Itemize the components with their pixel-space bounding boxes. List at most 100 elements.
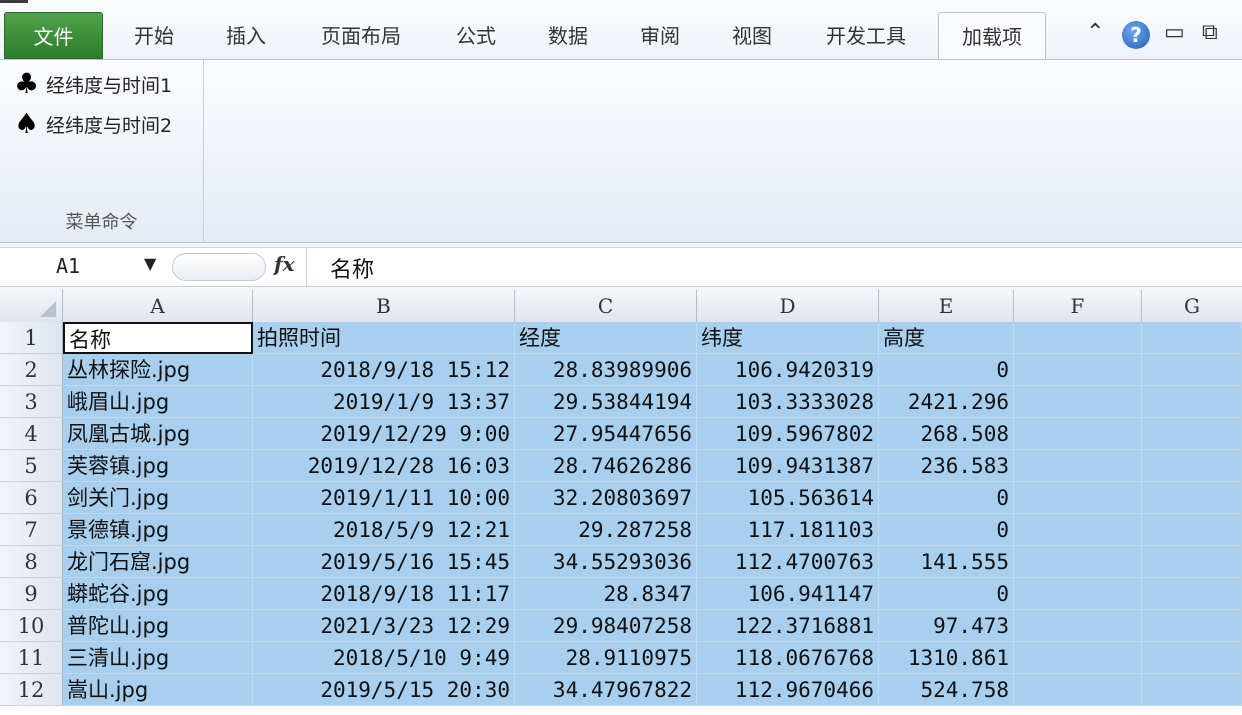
table-cell[interactable] xyxy=(1014,322,1142,354)
table-cell[interactable]: 28.9110975 xyxy=(515,642,697,674)
table-cell[interactable] xyxy=(1142,482,1242,514)
table-cell[interactable]: 27.95447656 xyxy=(515,418,697,450)
worksheet-grid[interactable]: A B C D E F G 1 名称 拍照时间 经度 纬度 高度 2 丛林探险.jpg 2018… xyxy=(0,290,1242,715)
column-header-g[interactable]: G xyxy=(1142,290,1242,322)
tab-home[interactable]: 开始 xyxy=(116,12,192,60)
column-header-a[interactable]: A xyxy=(63,290,253,322)
menu-command-1[interactable]: ♣ 经纬度与时间1 xyxy=(14,68,172,100)
tab-page-layout[interactable]: 页面布局 xyxy=(304,12,418,60)
collapse-ribbon-icon[interactable]: ⌃ xyxy=(1086,20,1104,45)
table-cell[interactable]: 97.473 xyxy=(879,610,1014,642)
table-cell[interactable]: 109.5967802 xyxy=(697,418,879,450)
row-header[interactable]: 8 xyxy=(0,546,63,578)
table-cell[interactable]: 景德镇.jpg xyxy=(63,514,253,546)
row-header[interactable]: 12 xyxy=(0,674,63,706)
formula-input[interactable]: 名称 xyxy=(330,252,374,284)
column-header-b[interactable]: B xyxy=(253,290,515,322)
row-header[interactable]: 10 xyxy=(0,610,63,642)
table-cell[interactable]: 524.758 xyxy=(879,674,1014,706)
table-cell[interactable]: 峨眉山.jpg xyxy=(63,386,253,418)
insert-function-icon[interactable]: fx xyxy=(274,252,295,276)
table-cell[interactable] xyxy=(1142,322,1242,354)
table-cell[interactable] xyxy=(1014,418,1142,450)
table-cell[interactable]: 2019/12/29 9:00 xyxy=(253,418,515,450)
table-cell[interactable]: 34.47967822 xyxy=(515,674,697,706)
table-cell[interactable]: 2021/3/23 12:29 xyxy=(253,610,515,642)
tab-review[interactable]: 审阅 xyxy=(622,12,698,60)
table-cell[interactable]: 122.3716881 xyxy=(697,610,879,642)
row-header[interactable]: 4 xyxy=(0,418,63,450)
table-cell[interactable]: 凤凰古城.jpg xyxy=(63,418,253,450)
table-cell[interactable]: 2018/5/9 12:21 xyxy=(253,514,515,546)
table-cell[interactable]: 106.941147 xyxy=(697,578,879,610)
table-cell[interactable]: 106.9420319 xyxy=(697,354,879,386)
table-cell[interactable]: 2018/5/10 9:49 xyxy=(253,642,515,674)
table-cell[interactable]: 0 xyxy=(879,482,1014,514)
table-cell[interactable]: 32.20803697 xyxy=(515,482,697,514)
table-cell[interactable]: 2019/1/11 10:00 xyxy=(253,482,515,514)
table-cell[interactable] xyxy=(1142,642,1242,674)
table-cell[interactable]: 141.555 xyxy=(879,546,1014,578)
table-cell[interactable]: 28.74626286 xyxy=(515,450,697,482)
tab-developer[interactable]: 开发工具 xyxy=(808,12,924,60)
formula-bar-resize-handle[interactable] xyxy=(172,253,266,281)
table-cell[interactable]: 0 xyxy=(879,514,1014,546)
table-cell[interactable]: 纬度 xyxy=(697,322,879,354)
minimize-icon[interactable]: ▭ xyxy=(1164,20,1185,45)
table-cell[interactable] xyxy=(1014,386,1142,418)
table-cell[interactable]: 2421.296 xyxy=(879,386,1014,418)
table-cell[interactable]: 105.563614 xyxy=(697,482,879,514)
table-cell[interactable]: 名称 xyxy=(63,322,253,354)
table-cell[interactable]: 龙门石窟.jpg xyxy=(63,546,253,578)
table-cell[interactable] xyxy=(1142,578,1242,610)
row-header[interactable]: 3 xyxy=(0,386,63,418)
table-cell[interactable]: 0 xyxy=(879,578,1014,610)
table-cell[interactable] xyxy=(1142,418,1242,450)
table-cell[interactable]: 蟒蛇谷.jpg xyxy=(63,578,253,610)
table-cell[interactable] xyxy=(1014,354,1142,386)
restore-icon[interactable]: ⧉ xyxy=(1202,20,1218,45)
table-cell[interactable] xyxy=(1014,546,1142,578)
row-header[interactable]: 7 xyxy=(0,514,63,546)
tab-data[interactable]: 数据 xyxy=(530,12,606,60)
table-cell[interactable]: 118.0676768 xyxy=(697,642,879,674)
row-header[interactable]: 6 xyxy=(0,482,63,514)
table-cell[interactable]: 丛林探险.jpg xyxy=(63,354,253,386)
table-cell[interactable] xyxy=(1014,514,1142,546)
table-cell[interactable]: 2019/1/9 13:37 xyxy=(253,386,515,418)
table-cell[interactable]: 三清山.jpg xyxy=(63,642,253,674)
table-cell[interactable] xyxy=(1014,610,1142,642)
tab-addins[interactable]: 加载项 xyxy=(938,12,1046,60)
table-cell[interactable]: 268.508 xyxy=(879,418,1014,450)
table-cell[interactable]: 34.55293036 xyxy=(515,546,697,578)
table-cell[interactable]: 236.583 xyxy=(879,450,1014,482)
table-cell[interactable]: 1310.861 xyxy=(879,642,1014,674)
row-header[interactable]: 2 xyxy=(0,354,63,386)
help-icon[interactable]: ? xyxy=(1122,21,1150,49)
tab-formulas[interactable]: 公式 xyxy=(438,12,514,60)
table-cell[interactable]: 2018/9/18 11:17 xyxy=(253,578,515,610)
chevron-down-icon[interactable]: ▼ xyxy=(144,254,156,273)
menu-command-2[interactable]: ♠ 经纬度与时间2 xyxy=(14,108,172,140)
tab-view[interactable]: 视图 xyxy=(714,12,790,60)
table-cell[interactable] xyxy=(1142,610,1242,642)
table-cell[interactable] xyxy=(1142,450,1242,482)
table-cell[interactable] xyxy=(1142,354,1242,386)
table-cell[interactable]: 芙蓉镇.jpg xyxy=(63,450,253,482)
table-cell[interactable]: 剑关门.jpg xyxy=(63,482,253,514)
table-cell[interactable]: 2019/5/16 15:45 xyxy=(253,546,515,578)
table-cell[interactable]: 高度 xyxy=(879,322,1014,354)
table-cell[interactable] xyxy=(1142,514,1242,546)
table-cell[interactable]: 0 xyxy=(879,354,1014,386)
table-cell[interactable]: 117.181103 xyxy=(697,514,879,546)
tab-file[interactable]: 文件 xyxy=(4,12,103,59)
table-cell[interactable]: 拍照时间 xyxy=(253,322,515,354)
table-cell[interactable]: 29.53844194 xyxy=(515,386,697,418)
table-cell[interactable]: 29.98407258 xyxy=(515,610,697,642)
table-cell[interactable] xyxy=(1014,642,1142,674)
table-cell[interactable] xyxy=(1014,482,1142,514)
table-cell[interactable]: 2019/5/15 20:30 xyxy=(253,674,515,706)
column-header-d[interactable]: D xyxy=(697,290,879,322)
select-all-corner[interactable] xyxy=(0,290,63,322)
table-cell[interactable] xyxy=(1142,386,1242,418)
